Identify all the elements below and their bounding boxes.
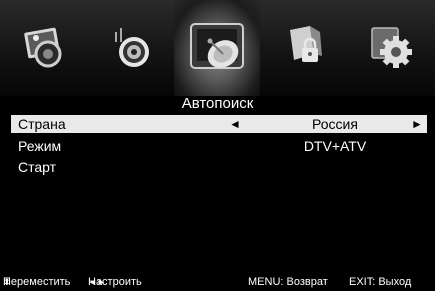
menu-row-mode[interactable]: Режим DTV+ATV: [11, 137, 427, 155]
hint-adjust-label: Настроить: [88, 276, 142, 288]
sound-icon: [115, 28, 149, 67]
help-footer: ⬍ Переместить ◄► Настроить MENU: Возврат …: [0, 274, 435, 291]
arrow-left-icon[interactable]: ◄: [229, 115, 241, 133]
menu-row-start[interactable]: Старт: [11, 158, 427, 176]
menu-row-country[interactable]: Страна ◄ Россия ►: [11, 115, 427, 133]
hint-exit: EXIT: Выход: [349, 276, 412, 288]
menu-row-label: Старт: [18, 159, 57, 175]
tab-picture[interactable]: [14, 8, 74, 84]
menu-row-value: Россия: [312, 116, 358, 132]
hint-move-label: Переместить: [3, 276, 71, 288]
menu-tab-bar: [0, 0, 435, 96]
tab-channel[interactable]: [174, 0, 260, 96]
tab-sound[interactable]: [100, 8, 160, 84]
menu-row-value: DTV+ATV: [303, 138, 367, 154]
tab-lock[interactable]: [276, 8, 336, 84]
satellite-dish-icon: [190, 23, 244, 69]
menu-row-label: Страна: [18, 116, 66, 132]
photo-icon: [24, 27, 62, 68]
arrow-right-icon[interactable]: ►: [411, 115, 423, 133]
tab-setup[interactable]: [360, 8, 420, 84]
menu-row-label: Режим: [18, 138, 62, 154]
page-title: Автопоиск: [181, 95, 254, 112]
settings-gear-icon: [371, 27, 412, 68]
lock-icon: [290, 26, 322, 62]
hint-menu-back: MENU: Возврат: [248, 276, 328, 288]
